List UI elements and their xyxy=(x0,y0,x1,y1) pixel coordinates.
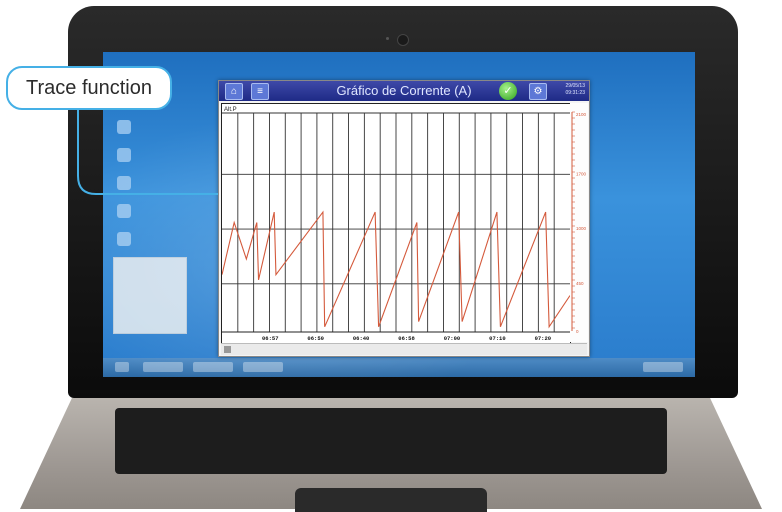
trace-function-callout: Trace function xyxy=(6,66,172,110)
